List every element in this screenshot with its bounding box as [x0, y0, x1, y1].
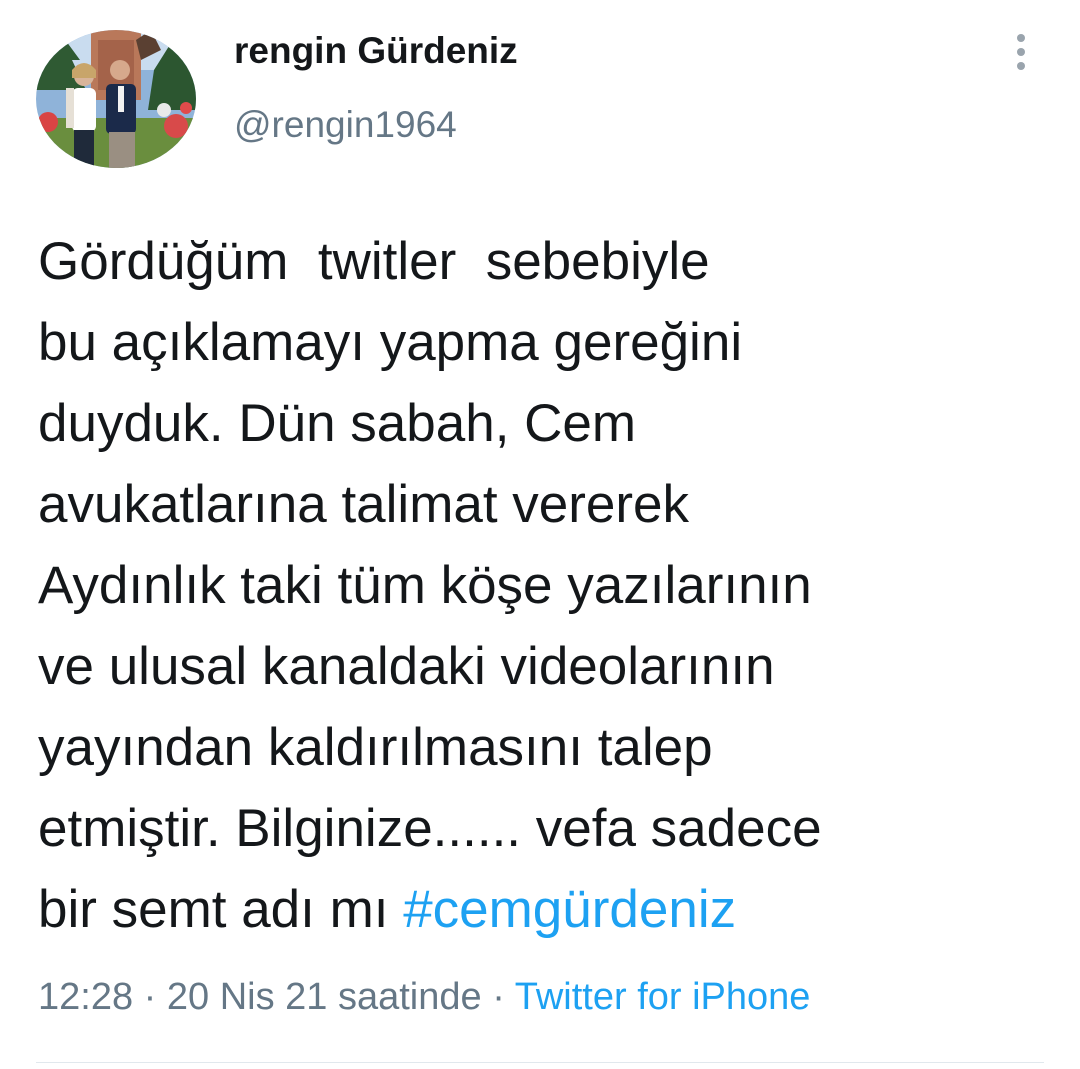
avatar[interactable] [36, 30, 196, 168]
more-vertical-icon-dot [1017, 48, 1025, 56]
tweet-line: Gördüğüm twitler sebebiyle [38, 232, 710, 291]
tweet-line-last: bir semt adı mı #cemgürdeniz [38, 869, 1048, 950]
more-vertical-icon-dot [1017, 62, 1025, 70]
tweet-line: etmiştir. Bilginize...... vefa sadece [38, 799, 822, 858]
tweet-line: avukatlarına talimat vererek [38, 475, 690, 534]
profile-photo [36, 30, 196, 168]
tweet-text: Gördüğüm twitler sebebiyle bu açıklamayı… [38, 221, 1048, 950]
tweet-time: 12:28 [38, 976, 134, 1018]
tweet-date: 20 Nis 21 saatinde [166, 976, 482, 1018]
divider [36, 1062, 1044, 1063]
tweet-line: yayından kaldırılmasını talep [38, 718, 713, 777]
source-link[interactable]: Twitter for iPhone [515, 976, 811, 1018]
more-vertical-icon [1017, 34, 1025, 42]
tweet-line: duyduk. Dün sabah, Cem [38, 394, 637, 453]
hashtag-link[interactable]: #cemgürdeniz [403, 880, 736, 939]
meta-separator: · [133, 976, 167, 1018]
tweet-line: bu açıklamayı yapma gereğini [38, 313, 743, 372]
meta-separator: · [481, 976, 515, 1018]
display-name[interactable]: rengin Gürdeniz [234, 30, 518, 72]
tweet-line: Aydınlık taki tüm köşe yazılarının [38, 556, 812, 615]
user-handle[interactable]: @rengin1964 [234, 104, 457, 146]
tweet-line: ve ulusal kanaldaki videolarının [38, 637, 775, 696]
tweet-line-text: bir semt adı mı [38, 880, 404, 939]
tweet-meta: 12:28 · 20 Nis 21 saatinde · Twitter for… [38, 976, 810, 1019]
more-options-button[interactable] [1004, 30, 1038, 74]
